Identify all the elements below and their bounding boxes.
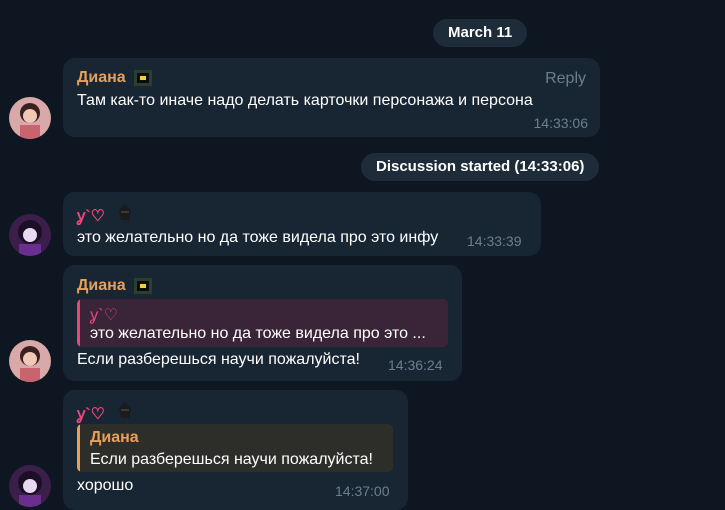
quote-text: Если разберешься научи пожалуйста! [90,451,373,468]
date-separator: March 11 [433,19,528,47]
avatar[interactable] [9,465,51,507]
sticker-icon [119,402,131,418]
message-text: Если разберешься научи пожалуйста! [77,351,360,368]
quote-sender: ỿ`♡ [90,307,118,324]
quote-text: это желательно но да тоже видела про это… [90,325,426,342]
sender-name[interactable]: ỿ`♡ [77,204,105,226]
reply-button[interactable]: Reply [545,70,586,88]
avatar[interactable] [9,97,51,139]
message-time: 14:37:00 [335,483,390,499]
avatar[interactable] [9,214,51,256]
sticker-icon [119,204,131,220]
quote-bar [77,424,80,472]
discussion-separator-label: Discussion started (14:33:06) [376,158,585,175]
message-bubble[interactable]: ỿ`♡ Диана Если разберешься научи пожалуй… [63,390,408,510]
message-bubble[interactable]: Диана ỿ`♡ это желательно но да тоже виде… [63,265,462,381]
message-text: хорошо [77,477,134,494]
message-bubble[interactable]: Диана Reply Там как-то иначе надо делать… [63,58,600,137]
quote-bar [77,299,80,347]
sender-name[interactable]: ỿ`♡ [77,402,105,424]
message-time: 14:33:39 [467,233,522,249]
discussion-separator: Discussion started (14:33:06) [361,153,600,181]
quote-sender: Диана [90,429,139,446]
sender-name[interactable]: Диана [77,69,126,87]
quoted-message[interactable]: Диана Если разберешься научи пожалуйста! [77,424,393,472]
message-time: 14:36:24 [388,357,443,373]
message-text: это желательно но да тоже видела про это… [77,229,439,246]
sticker-icon [134,70,152,86]
message-time: 14:33:06 [533,115,589,131]
quoted-message[interactable]: ỿ`♡ это желательно но да тоже видела про… [77,299,448,347]
message-text: Там как-то иначе надо делать карточки пе… [77,92,533,109]
sticker-icon [134,278,152,294]
avatar[interactable] [9,340,51,382]
sender-name[interactable]: Диана [77,277,126,295]
message-bubble[interactable]: ỿ`♡ это желательно но да тоже видела про… [63,192,541,256]
date-separator-label: March 11 [448,24,513,41]
